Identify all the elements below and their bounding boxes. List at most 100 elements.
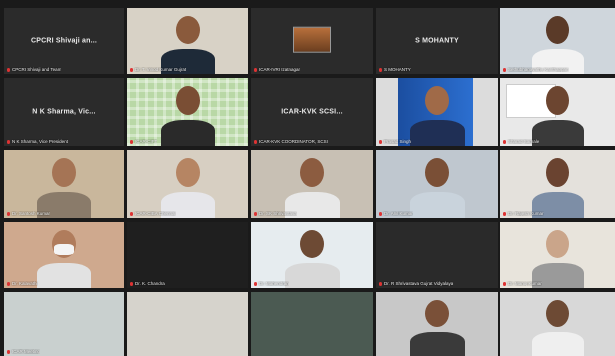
participant-face — [425, 86, 449, 115]
participant-caption-text: Dr. R Shrivastava Gujrat Vidyalaya — [384, 281, 454, 286]
participant-face — [546, 300, 569, 327]
participant-tile[interactable]: Dr. SK Shrivastava — [251, 150, 373, 218]
video-grid: CPCRI Shivaji an... CPCRI Shivaji and Tea… — [0, 0, 615, 356]
participant-caption-text: ICAR-CIFT — [135, 139, 158, 144]
participant-face — [425, 300, 449, 327]
muted-mic-icon — [503, 67, 506, 72]
participant-caption-text: Prasad Singh — [384, 139, 412, 144]
muted-mic-icon — [7, 139, 10, 144]
participant-body — [285, 263, 340, 288]
participant-display-name: ICAR-KVK SCSI... — [281, 108, 343, 116]
muted-mic-icon — [130, 281, 133, 286]
participant-caption-text: N K Sharma, Vice President — [12, 139, 68, 144]
muted-mic-icon — [254, 281, 257, 286]
participant-caption-text: ICAR-KVK COORDINATOR, SCSI — [259, 139, 328, 144]
muted-mic-icon — [503, 281, 506, 286]
participant-tile[interactable]: CPCRI Shivaji an... CPCRI Shivaji and Tea… — [4, 8, 124, 74]
participant-caption: Dr. Mahendran — [254, 281, 289, 286]
participant-caption-text: Dr. K. Chandra — [135, 281, 165, 286]
participant-caption: Dr. Kalavathi — [7, 281, 38, 286]
participant-face — [546, 86, 569, 115]
participant-face — [176, 86, 200, 115]
participant-body — [532, 120, 584, 146]
participant-tile[interactable]: S MOHANTY S MOHANTY — [376, 8, 498, 74]
participant-display-name: S MOHANTY — [415, 37, 459, 45]
participant-caption-text: ICAR Meeting — [12, 349, 41, 354]
participant-caption-text: Dr. Manoj Kumar — [508, 281, 542, 286]
participant-tile[interactable] — [376, 292, 498, 356]
participant-tile[interactable]: Prasad Singh — [376, 78, 498, 146]
face-mask — [54, 244, 74, 255]
participant-tile[interactable]: ICAR-CIBA Chennai — [127, 150, 248, 218]
muted-mic-icon — [503, 139, 506, 144]
participant-caption-text: Sethubhagavathy Kanthappan — [508, 67, 569, 72]
participant-caption: ICAR-CIFT — [130, 139, 157, 144]
muted-mic-icon — [130, 211, 133, 216]
participant-face — [546, 230, 569, 258]
participant-tile[interactable]: Dr. Anil Kumar — [376, 150, 498, 218]
participant-caption: S MOHANTY — [379, 67, 411, 72]
participant-caption-text: Sharad Sarnale — [508, 139, 540, 144]
participant-caption-text: Dr. Kalavathi — [12, 281, 38, 286]
participant-caption: N K Sharma, Vice President — [7, 139, 68, 144]
participant-face — [300, 158, 324, 187]
participant-caption: Dr. T. Vinod Kumar Gujrat — [130, 67, 186, 72]
muted-mic-icon — [379, 139, 382, 144]
participant-caption: Dr. Manoj Kumar — [503, 281, 542, 286]
participant-tile[interactable]: Dr. Manoj Kumar — [500, 222, 615, 288]
participant-caption: ICAR-CIBA Chennai — [130, 211, 176, 216]
participant-caption: Dr. Anil Kumar — [379, 211, 413, 216]
muted-mic-icon — [130, 67, 133, 72]
participant-tile[interactable]: Dr. T. Vinod Kumar Gujrat — [127, 8, 248, 74]
participant-tile[interactable]: Sethubhagavathy Kanthappan — [500, 8, 615, 74]
participant-face — [425, 158, 449, 187]
participant-tile[interactable]: Dr. K. Chandra — [127, 222, 248, 288]
participant-body — [410, 332, 465, 356]
participant-caption: ICAR-IVRI Izatnagar — [254, 67, 300, 72]
muted-mic-icon — [7, 281, 10, 286]
participant-tile[interactable]: ICAR-CIFT — [127, 78, 248, 146]
participant-tile[interactable]: N K Sharma, Vic... N K Sharma, Vice Presi… — [4, 78, 124, 146]
participant-tile[interactable]: ICAR-IVRI Izatnagar — [251, 8, 373, 74]
muted-mic-icon — [254, 67, 257, 72]
profile-picture — [293, 26, 331, 53]
participant-body — [532, 332, 584, 356]
participant-caption: CPCRI Shivaji and Team — [7, 67, 61, 72]
muted-mic-icon — [254, 139, 257, 144]
participant-face — [546, 158, 569, 187]
participant-caption-text: Dr. Santosh Kumar — [12, 211, 51, 216]
participant-caption-text: ICAR-CIBA Chennai — [135, 211, 176, 216]
participant-tile[interactable]: Dr. Santosh Kumar — [4, 150, 124, 218]
participant-caption-text: Dr. Rajesh Kumar — [508, 211, 544, 216]
participant-caption: Dr. SK Shrivastava — [254, 211, 297, 216]
participant-tile[interactable]: Dr. R Shrivastava Gujrat Vidyalaya — [376, 222, 498, 288]
muted-mic-icon — [7, 67, 10, 72]
participant-face — [52, 158, 76, 187]
muted-mic-icon — [130, 139, 133, 144]
participant-tile[interactable] — [500, 292, 615, 356]
participant-caption: ICAR-KVK COORDINATOR, SCSI — [254, 139, 328, 144]
participant-tile[interactable]: ICAR Meeting — [4, 292, 124, 356]
participant-tile[interactable]: Sharad Sarnale — [500, 78, 615, 146]
participant-caption: Dr. R Shrivastava Gujrat Vidyalaya — [379, 281, 453, 286]
participant-tile[interactable]: Dr. Mahendran — [251, 222, 373, 288]
participant-caption-text: S MOHANTY — [384, 67, 411, 72]
participant-caption: Dr. Santosh Kumar — [7, 211, 50, 216]
participant-caption: ICAR Meeting — [7, 349, 40, 354]
participant-caption: Dr. K. Chandra — [130, 281, 165, 286]
participant-face — [176, 16, 200, 44]
participant-body — [37, 263, 91, 288]
participant-body — [161, 120, 215, 146]
participant-tile[interactable]: Dr. Rajesh Kumar — [500, 150, 615, 218]
participant-display-name: N K Sharma, Vic... — [32, 108, 96, 116]
muted-mic-icon — [379, 67, 382, 72]
participant-body — [410, 192, 465, 218]
participant-caption-text: ICAR-IVRI Izatnagar — [259, 67, 301, 72]
participant-tile[interactable]: ICAR-KVK SCSI... ICAR-KVK COORDINATOR, SC… — [251, 78, 373, 146]
participant-caption-text: Dr. Anil Kumar — [384, 211, 413, 216]
participant-tile[interactable] — [127, 292, 248, 356]
participant-tile[interactable] — [251, 292, 373, 356]
participant-body — [410, 120, 465, 146]
participant-tile[interactable]: Dr. Kalavathi — [4, 222, 124, 288]
muted-mic-icon — [379, 211, 382, 216]
